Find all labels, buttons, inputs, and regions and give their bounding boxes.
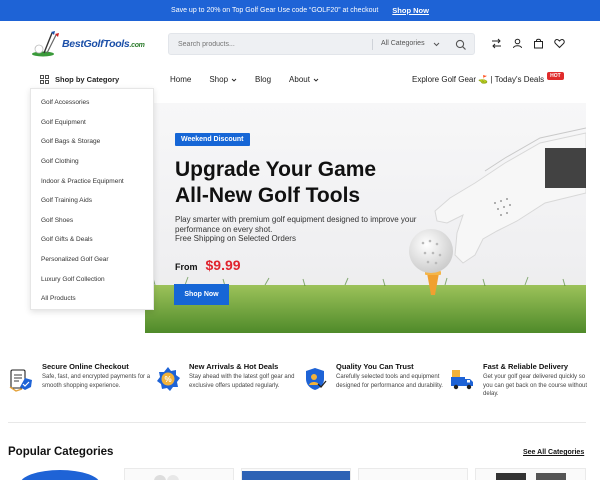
golf-bag-logo-icon: [32, 31, 59, 57]
cart-icon[interactable]: [532, 37, 545, 50]
search-category-select[interactable]: All Categories: [381, 40, 425, 47]
category-item[interactable]: Golf Training Aids: [31, 191, 153, 211]
hero-shop-now-button[interactable]: Shop Now: [174, 284, 229, 305]
hero-price-block: From $9.99: [175, 257, 241, 273]
feature-title: New Arrivals & Hot Deals: [189, 362, 279, 371]
promo-shop-now-link[interactable]: Shop Now: [392, 6, 429, 15]
category-item[interactable]: Golf Shoes: [31, 211, 153, 231]
category-card-image: [242, 471, 350, 480]
category-item[interactable]: Golf Accessories: [31, 93, 153, 113]
site-logo[interactable]: BestGolfTools.com: [30, 29, 155, 59]
user-icon[interactable]: [511, 37, 524, 50]
category-item[interactable]: Golf Equipment: [31, 113, 153, 133]
nav-link-label: Shop: [209, 75, 229, 84]
shop-by-category-button[interactable]: Shop by Category: [40, 75, 119, 84]
feature-text: Get your golf gear delivered quickly so …: [483, 374, 588, 398]
category-item[interactable]: All Products: [31, 289, 153, 309]
category-item[interactable]: Luxury Golf Collection: [31, 269, 153, 289]
hero-description: Play smarter with premium golf equipment…: [175, 215, 417, 235]
grid-icon: [40, 75, 49, 84]
category-card[interactable]: [124, 468, 234, 480]
popular-categories-row: [0, 466, 600, 480]
category-card[interactable]: [241, 468, 351, 480]
nav-link-label: Home: [170, 75, 192, 84]
quality-trust-icon: [306, 368, 327, 390]
logo-text: BestGolfTools.com: [62, 38, 145, 50]
hero-title-line-1: Upgrade Your Game: [175, 158, 377, 181]
hero-banner: Weekend Discount Upgrade Your Game All-N…: [145, 103, 586, 333]
feature-text: Stay ahead with the latest golf gear and…: [189, 374, 295, 389]
secure-checkout-icon: [9, 369, 32, 392]
nav-links: Home Shop Blog About: [170, 75, 319, 84]
category-card-image: [154, 475, 179, 480]
weekend-discount-badge: Weekend Discount: [175, 133, 250, 146]
feature-text: Safe, fast, and encrypted payments for a…: [42, 374, 151, 389]
explore-deals-text: Explore Golf Gear ⛳️ | Today's Deals: [412, 75, 545, 84]
category-card-image: [496, 473, 566, 480]
hero-price: $9.99: [205, 257, 241, 273]
search-icon[interactable]: [455, 38, 467, 50]
category-item[interactable]: Personalized Golf Gear: [31, 250, 153, 270]
hero-title-line-2: All-New Golf Tools: [175, 183, 361, 207]
feature-title: Secure Online Checkout: [42, 362, 129, 371]
chevron-down-icon: [313, 78, 319, 82]
category-item[interactable]: Golf Bags & Storage: [31, 132, 153, 152]
feature-title: Quality You Can Trust: [336, 362, 414, 371]
hot-badge: HOT: [547, 71, 564, 80]
nav-link-home[interactable]: Home: [170, 75, 191, 84]
features-row: Secure Online Checkout Safe, fast, and e…: [0, 356, 600, 416]
nav-link-label: About: [289, 75, 310, 84]
site-header: BestGolfTools.com All Categories: [0, 21, 600, 67]
shop-by-category-label: Shop by Category: [55, 75, 120, 84]
hero-title: Upgrade Your Game All-New Golf Tools: [175, 157, 445, 208]
heart-icon[interactable]: [553, 37, 566, 50]
nav-link-about[interactable]: About: [289, 75, 319, 84]
category-card[interactable]: [8, 468, 118, 480]
todays-deals-link[interactable]: Explore Golf Gear ⛳️ | Today's Deals HOT: [412, 71, 564, 84]
category-card-image: [21, 470, 99, 480]
promo-bar: Save up to 20% on Top Golf Gear Use code…: [0, 0, 600, 21]
chevron-down-icon: [231, 78, 237, 82]
search-bar: All Categories: [168, 33, 475, 55]
category-list: Golf Accessories Golf Equipment Golf Bag…: [31, 89, 153, 309]
delivery-truck-icon: [451, 370, 473, 390]
category-item[interactable]: Golf Gifts & Deals: [31, 230, 153, 250]
category-item[interactable]: Golf Clothing: [31, 152, 153, 172]
see-all-categories-link[interactable]: See All Categories: [523, 449, 584, 456]
deals-badge-icon: %: [157, 367, 180, 391]
search-input[interactable]: [178, 34, 368, 54]
feature-text: Carefully selected tools and equipment d…: [336, 374, 443, 389]
search-divider: [372, 39, 373, 50]
compare-icon[interactable]: [490, 37, 503, 50]
nav-link-shop[interactable]: Shop: [209, 75, 237, 84]
category-card[interactable]: [475, 468, 586, 480]
promo-text: Save up to 20% on Top Golf Gear Use code…: [171, 7, 379, 14]
hero-shipping-note: Free Shipping on Selected Orders: [175, 234, 296, 243]
nav-link-blog[interactable]: Blog: [255, 75, 271, 84]
nav-link-label: Blog: [255, 75, 272, 84]
section-divider: [8, 422, 586, 423]
chevron-down-icon: [433, 38, 440, 52]
svg-text:%: %: [164, 375, 171, 384]
feature-title: Fast & Reliable Delivery: [483, 362, 569, 371]
category-card[interactable]: [358, 468, 468, 480]
header-icons: [490, 37, 566, 50]
category-dropdown: Golf Accessories Golf Equipment Golf Bag…: [30, 88, 154, 310]
popular-categories-title: Popular Categories: [8, 446, 114, 458]
category-item[interactable]: Indoor & Practice Equipment: [31, 171, 153, 191]
price-from-label: From: [175, 262, 198, 272]
